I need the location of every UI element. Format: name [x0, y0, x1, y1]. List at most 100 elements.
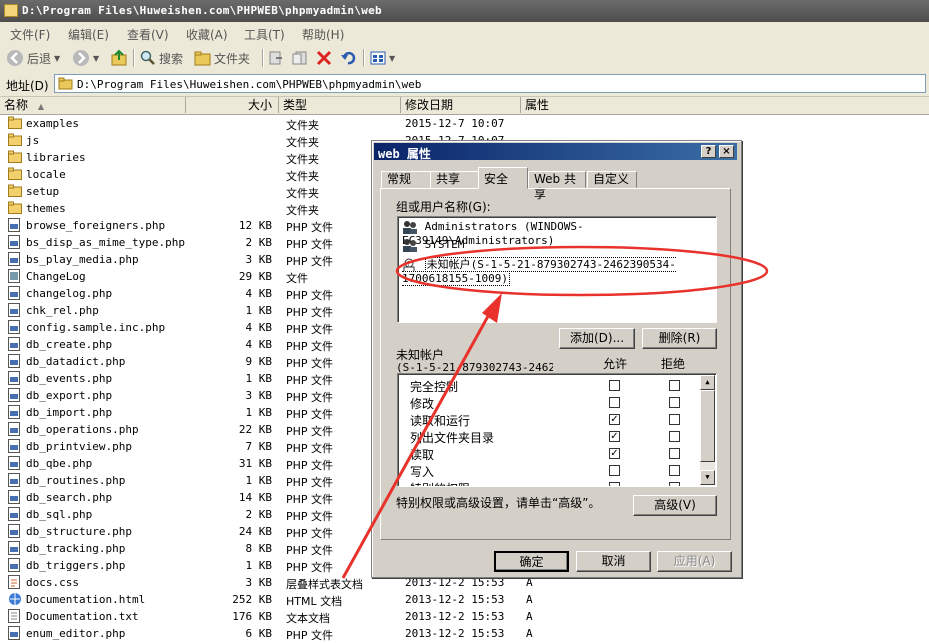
undo-button[interactable]: [340, 48, 356, 68]
css-icon: [8, 575, 22, 589]
php-icon: [8, 626, 22, 640]
file-name: db_routines.php: [26, 474, 126, 487]
file-size: 9 KB: [245, 355, 273, 368]
permission-name: 写入: [410, 465, 435, 479]
scroll-down-icon[interactable]: ▼: [700, 470, 715, 485]
file-name: Documentation.txt: [26, 610, 139, 623]
search-button[interactable]: 搜索: [140, 48, 183, 68]
column-size[interactable]: 大小: [186, 97, 279, 113]
up-folder-button[interactable]: [110, 48, 128, 68]
user-item-unknown[interactable]: ? 未知帐户(S-1-5-21-879302743-2462390534-170…: [402, 256, 716, 286]
column-attributes[interactable]: 属性: [521, 97, 929, 113]
tab-sharing[interactable]: 共享: [430, 171, 480, 188]
help-button[interactable]: ?: [701, 145, 716, 158]
chevron-down-icon: ▼: [54, 53, 61, 63]
tab-custom[interactable]: 自定义: [587, 171, 637, 188]
advanced-button[interactable]: 高级(V): [633, 495, 717, 516]
allow-checkbox[interactable]: [609, 465, 620, 476]
file-row[interactable]: Documentation.html 252 KB HTML 文档 2013-12-2…: [0, 591, 929, 608]
column-name[interactable]: 名称 ▲: [0, 97, 186, 113]
file-size: 4 KB: [245, 338, 273, 351]
folders-button[interactable]: 文件夹: [194, 48, 250, 68]
address-input[interactable]: D:\Program Files\Huweishen.com\PHPWEB\ph…: [54, 74, 926, 93]
menu-view[interactable]: 查看(V): [127, 26, 169, 43]
tab-security[interactable]: 安全: [478, 167, 528, 189]
file-type: PHP 文件: [286, 255, 334, 268]
cancel-button[interactable]: 取消: [576, 551, 651, 572]
tab-web-sharing[interactable]: Web 共享: [528, 171, 586, 201]
user-label: 未知帐户(S-1-5-21-879302743-2462390534-17006…: [402, 257, 676, 286]
file-type: 层叠样式表文档: [286, 578, 363, 591]
groups-label: 组或用户名称(G):: [396, 200, 491, 214]
deny-checkbox[interactable]: [669, 448, 680, 459]
scroll-thumb[interactable]: [700, 390, 715, 462]
file-row[interactable]: Documentation.txt 176 KB 文本文档 2013-12-2 15:…: [0, 608, 929, 625]
back-button[interactable]: 后退 ▼: [6, 48, 60, 68]
file-size: 12 KB: [238, 219, 272, 232]
forward-button[interactable]: ▼: [72, 48, 99, 68]
file-type: 文件夹: [286, 119, 319, 132]
apply-button[interactable]: 应用(A): [657, 551, 732, 572]
move-to-button[interactable]: [268, 48, 284, 68]
menu-tools[interactable]: 工具(T): [244, 26, 285, 43]
file-size: 14 KB: [238, 491, 272, 504]
file-size: 1 KB: [245, 474, 273, 487]
php-icon: [8, 303, 22, 317]
dialog-titlebar[interactable]: web 属性 ? ×: [374, 143, 737, 161]
deny-checkbox[interactable]: [669, 431, 680, 442]
allow-checkbox[interactable]: ✓: [609, 448, 620, 459]
up-folder-icon: [111, 49, 127, 66]
menu-favorites[interactable]: 收藏(A): [186, 26, 228, 43]
allow-checkbox[interactable]: [609, 380, 620, 391]
toolbar: 后退 ▼ ▼ 搜索 文件夹 ▼: [0, 44, 929, 73]
column-attr-label: 属性: [525, 98, 550, 112]
allow-checkbox[interactable]: [609, 482, 620, 486]
permission-name: 读取: [410, 448, 435, 462]
file-size: 1 KB: [245, 372, 273, 385]
file-row[interactable]: examples 文件夹 2015-12-7 10:07: [0, 115, 929, 132]
deny-checkbox[interactable]: [669, 465, 680, 476]
users-listbox[interactable]: Administrators (WINDOWS-EC39149\Administ…: [397, 216, 717, 323]
tab-general[interactable]: 常规: [381, 171, 431, 188]
add-button[interactable]: 添加(D)...: [559, 328, 635, 349]
remove-button[interactable]: 删除(R): [642, 328, 717, 349]
file-type: 文件夹: [286, 187, 319, 200]
group-icon: [403, 239, 417, 252]
allow-checkbox[interactable]: ✓: [609, 414, 620, 425]
file-attr: A: [526, 627, 533, 640]
ok-button[interactable]: 确定: [494, 551, 569, 572]
views-button[interactable]: ▼: [370, 48, 395, 68]
window-titlebar[interactable]: D:\Program Files\Huweishen.com\PHPWEB\ph…: [0, 0, 929, 22]
close-button[interactable]: ×: [719, 145, 734, 158]
column-type[interactable]: 类型: [279, 97, 401, 113]
scroll-up-icon[interactable]: ▲: [700, 375, 715, 390]
permissions-scrollbar[interactable]: ▲ ▼: [700, 375, 715, 485]
file-name: bs_play_media.php: [26, 253, 139, 266]
file-name: db_operations.php: [26, 423, 139, 436]
menu-help[interactable]: 帮助(H): [302, 26, 344, 43]
deny-checkbox[interactable]: [669, 482, 680, 486]
column-modified[interactable]: 修改日期: [401, 97, 521, 113]
php-icon: [8, 558, 22, 572]
file-type: PHP 文件: [286, 374, 334, 387]
allow-checkbox[interactable]: ✓: [609, 431, 620, 442]
user-label: SYSTEM: [424, 238, 465, 251]
file-name: ChangeLog: [26, 270, 86, 283]
allow-checkbox[interactable]: [609, 397, 620, 408]
menu-edit[interactable]: 编辑(E): [68, 26, 109, 43]
user-item-system[interactable]: SYSTEM: [402, 238, 464, 252]
menu-file[interactable]: 文件(F): [10, 26, 50, 43]
file-type: PHP 文件: [286, 561, 334, 574]
php-icon: [8, 286, 22, 300]
copy-to-button[interactable]: [292, 48, 308, 68]
deny-checkbox[interactable]: [669, 397, 680, 408]
php-icon: [8, 541, 22, 555]
deny-checkbox[interactable]: [669, 380, 680, 391]
file-type: PHP 文件: [286, 629, 334, 642]
deny-checkbox[interactable]: [669, 414, 680, 425]
delete-button[interactable]: [316, 48, 332, 68]
php-icon: [8, 388, 22, 402]
file-row[interactable]: enum_editor.php 6 KB PHP 文件 2013-12-2 15:53…: [0, 625, 929, 642]
file-type: 文件夹: [286, 170, 319, 183]
file-name: db_import.php: [26, 406, 113, 419]
